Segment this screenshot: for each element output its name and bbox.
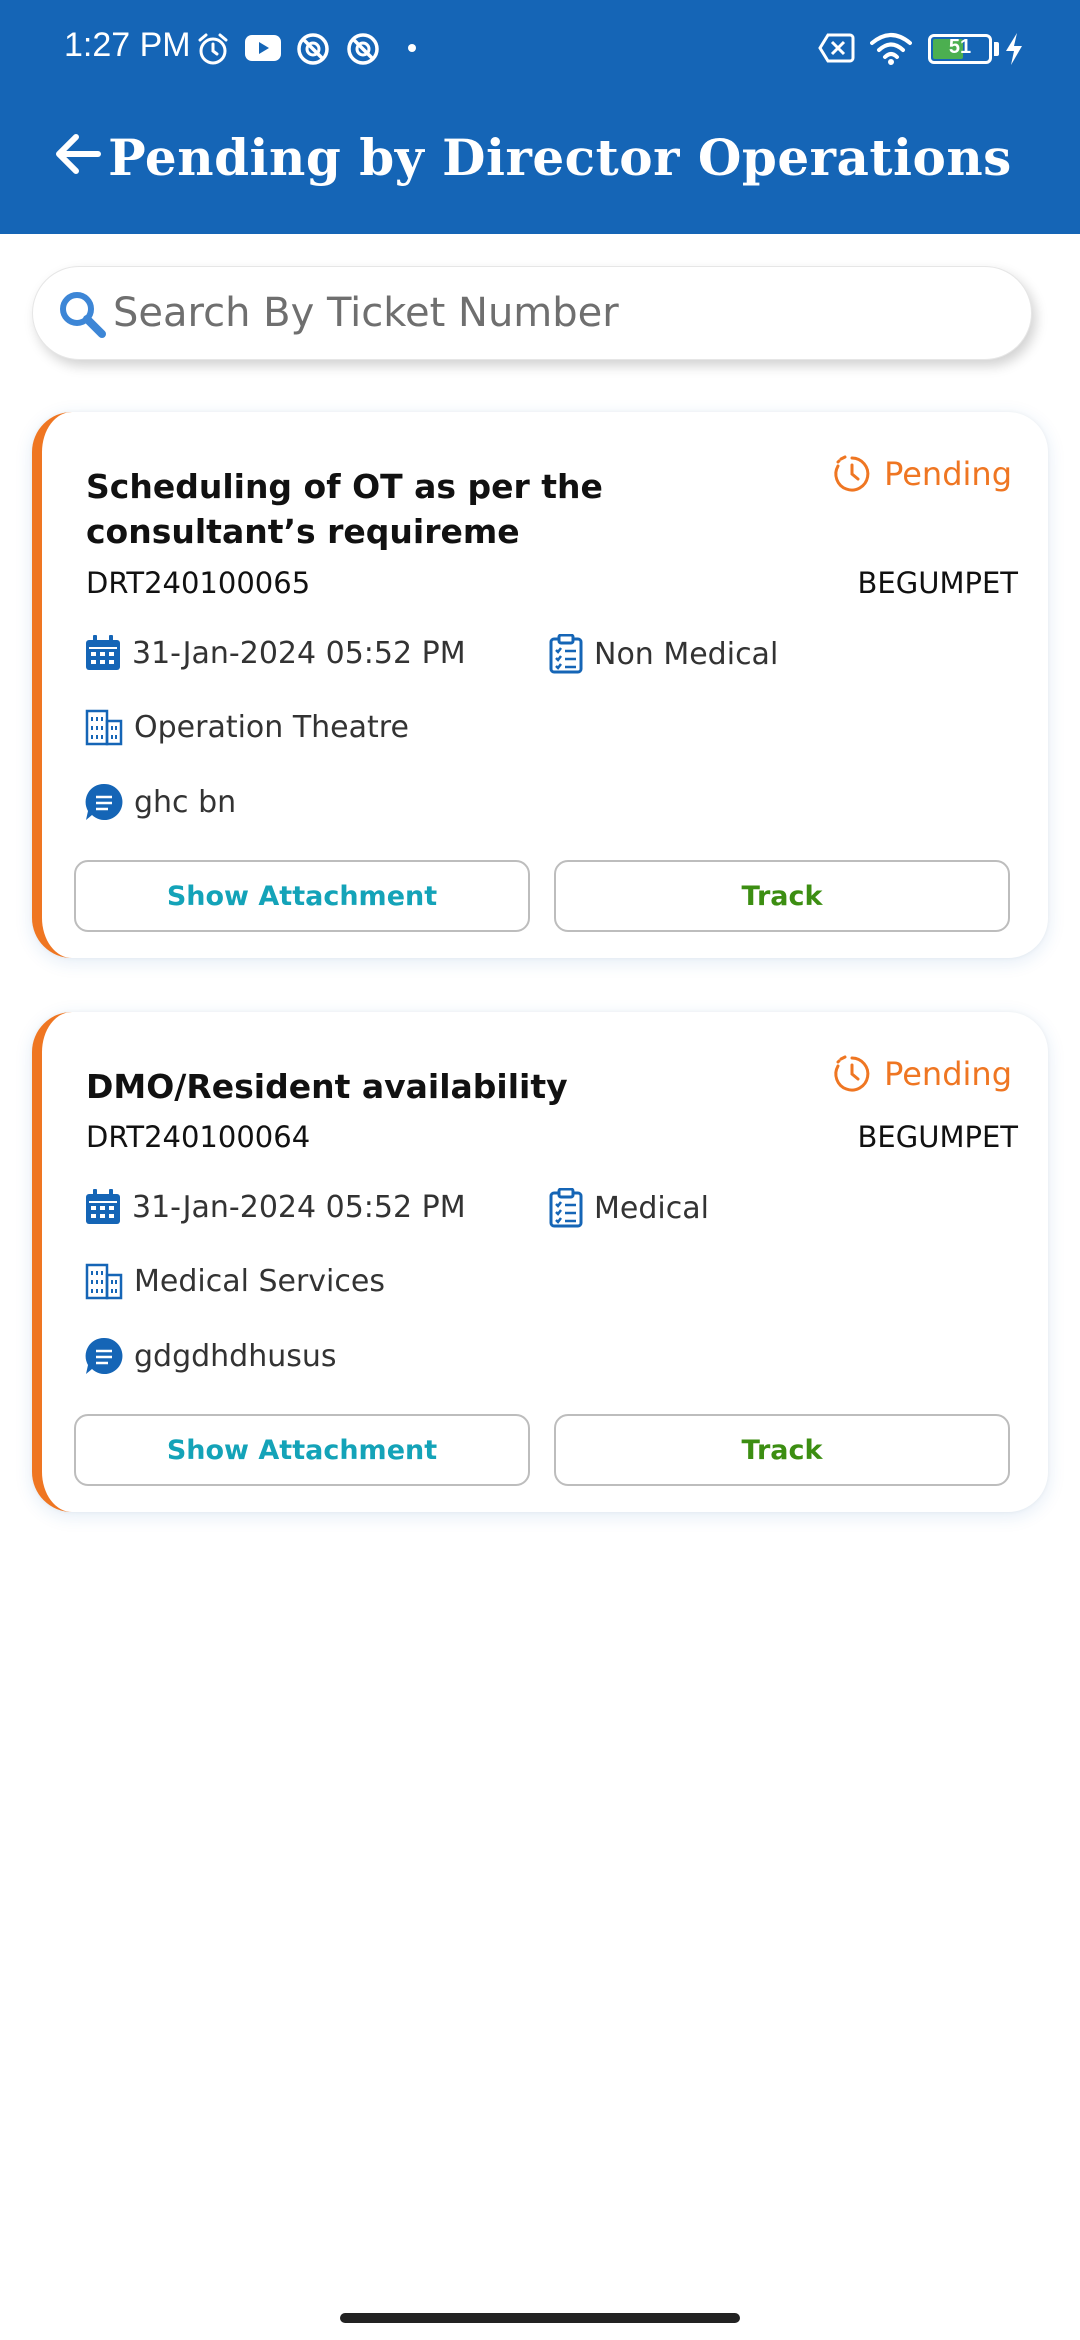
status-text: Pending	[884, 455, 1012, 493]
battery-tip	[994, 42, 999, 56]
ticket-department: Operation Theatre	[84, 708, 409, 746]
calendar-icon	[86, 635, 120, 670]
alarm-icon	[198, 33, 228, 65]
category-text: Non Medical	[594, 636, 779, 672]
ticket-card[interactable]: DMO/Resident availability Pending DRT240…	[32, 1012, 1048, 1512]
comment-text: ghc bn	[134, 784, 237, 820]
sim-off-icon	[818, 33, 855, 63]
ticket-category: Medical	[548, 1188, 709, 1228]
ticket-date: 31-Jan-2024 05:52 PM	[84, 634, 466, 672]
comment-icon	[85, 1337, 123, 1374]
status-badge: Pending	[832, 454, 1012, 494]
ticket-card[interactable]: Scheduling of OT as per the consultant’s…	[32, 412, 1048, 958]
clipboard-list-icon	[549, 1188, 583, 1228]
date-text: 31-Jan-2024 05:52 PM	[132, 1189, 466, 1225]
track-button[interactable]: Track	[554, 1414, 1010, 1486]
screen: 1:27 PM 51 Pending by Director Operation…	[0, 0, 1080, 2340]
comment-icon	[85, 783, 123, 820]
home-indicator[interactable]	[340, 2313, 740, 2323]
no-disturb-icon	[297, 33, 329, 65]
search-input[interactable]	[113, 281, 993, 345]
comment-text: gdgdhdhusus	[134, 1338, 337, 1374]
ticket-title: DMO/Resident availability	[86, 1067, 568, 1106]
ticket-number: DRT240100064	[86, 1120, 311, 1154]
department-text: Medical Services	[134, 1263, 385, 1299]
ticket-comment: gdgdhdhusus	[84, 1336, 337, 1376]
track-button[interactable]: Track	[554, 860, 1010, 932]
building-icon	[85, 1263, 123, 1300]
charging-icon	[1006, 33, 1022, 65]
calendar-icon	[86, 1189, 120, 1224]
show-attachment-button[interactable]: Show Attachment	[74, 1414, 530, 1486]
building-icon	[85, 709, 123, 746]
date-text: 31-Jan-2024 05:52 PM	[132, 635, 466, 671]
battery-percent: 51	[948, 36, 972, 58]
search-bar[interactable]	[32, 266, 1032, 360]
ticket-number: DRT240100065	[86, 566, 311, 600]
ticket-category: Non Medical	[548, 634, 778, 674]
ticket-date: 31-Jan-2024 05:52 PM	[84, 1188, 466, 1226]
status-text: Pending	[884, 1055, 1012, 1093]
clock-icon	[834, 1055, 870, 1092]
clock-icon	[834, 455, 870, 492]
show-attachment-button[interactable]: Show Attachment	[74, 860, 530, 932]
ticket-comment: ghc bn	[84, 782, 236, 822]
no-disturb-icon	[347, 33, 379, 65]
ticket-title: Scheduling of OT as per the consultant’s…	[86, 467, 603, 551]
dot-icon	[408, 44, 416, 52]
page-title: Pending by Director Operations	[108, 128, 1012, 187]
ticket-location: BEGUMPET	[857, 566, 1018, 600]
clipboard-list-icon	[549, 634, 583, 674]
ticket-department: Medical Services	[84, 1262, 385, 1300]
category-text: Medical	[594, 1190, 709, 1226]
status-badge: Pending	[832, 1054, 1012, 1094]
status-time: 1:27 PM	[64, 26, 191, 64]
battery-icon: 51	[928, 34, 992, 64]
youtube-icon	[245, 35, 281, 61]
search-icon	[60, 292, 106, 338]
department-text: Operation Theatre	[134, 709, 409, 745]
app-bar: 1:27 PM 51 Pending by Director Operation…	[0, 0, 1080, 234]
status-bar: 1:27 PM 51	[0, 0, 1080, 100]
ticket-location: BEGUMPET	[857, 1120, 1018, 1154]
wifi-icon	[870, 33, 912, 65]
